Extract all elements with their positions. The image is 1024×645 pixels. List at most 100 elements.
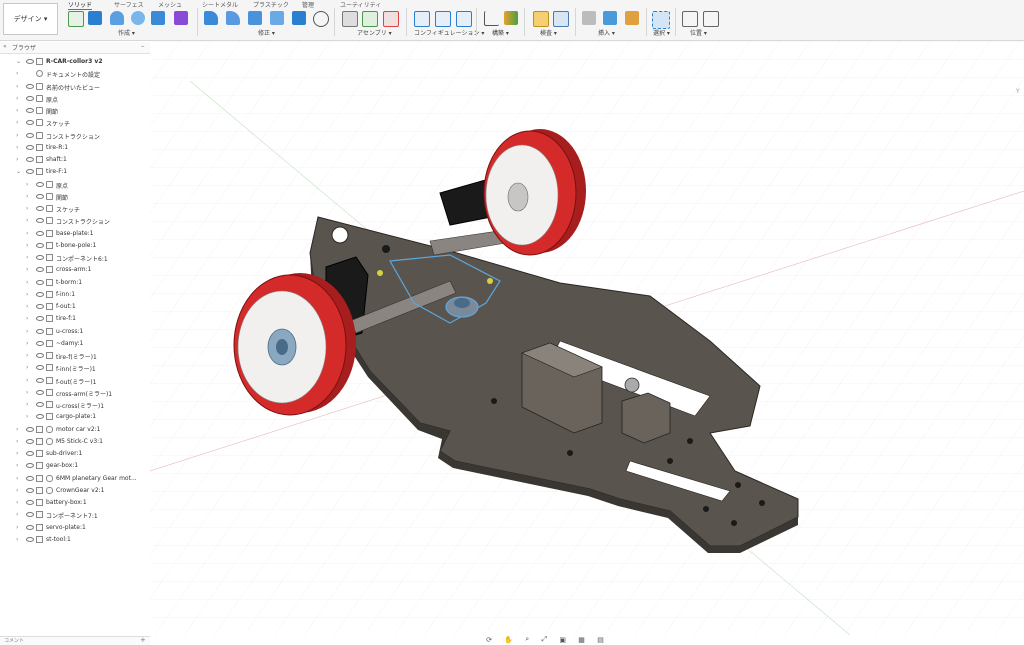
select-icon[interactable] bbox=[652, 11, 670, 29]
expand-arrow-icon[interactable]: › bbox=[26, 328, 28, 335]
browser-item[interactable]: › shaft:1 bbox=[0, 154, 150, 165]
expand-arrow-icon[interactable]: › bbox=[26, 315, 28, 322]
visibility-eye-icon[interactable] bbox=[26, 169, 34, 175]
browser-item[interactable]: › t-bone-pole:1 bbox=[0, 240, 150, 251]
revert-position-icon[interactable] bbox=[703, 11, 719, 27]
expand-arrow-icon[interactable]: › bbox=[26, 181, 28, 188]
browser-item[interactable]: › u-cross:1 bbox=[0, 326, 150, 337]
expand-arrow-icon[interactable]: › bbox=[16, 426, 18, 433]
visibility-eye-icon[interactable] bbox=[36, 267, 44, 273]
visibility-eye-icon[interactable] bbox=[26, 524, 34, 530]
tab-utility[interactable]: ユーティリティ bbox=[340, 0, 381, 9]
browser-item[interactable]: › base-plate:1 bbox=[0, 228, 150, 239]
move-icon[interactable] bbox=[313, 11, 329, 27]
chamfer-icon[interactable] bbox=[248, 11, 262, 25]
group-create-label[interactable]: 作成 ▾ bbox=[118, 28, 135, 37]
expand-arrow-icon[interactable]: › bbox=[26, 217, 28, 224]
expand-arrow-icon[interactable]: › bbox=[26, 242, 28, 249]
configure-icon[interactable] bbox=[414, 11, 430, 27]
joint-icon[interactable] bbox=[362, 11, 378, 27]
visibility-eye-icon[interactable] bbox=[36, 414, 44, 420]
visibility-eye-icon[interactable] bbox=[36, 304, 44, 309]
visibility-eye-icon[interactable] bbox=[26, 536, 34, 542]
browser-item[interactable]: › battery-box:1 bbox=[0, 497, 150, 508]
expand-arrow-icon[interactable]: › bbox=[16, 156, 18, 163]
visibility-eye-icon[interactable] bbox=[36, 328, 44, 334]
browser-item[interactable]: › 関節 bbox=[0, 191, 150, 202]
expand-arrow-icon[interactable]: › bbox=[16, 95, 18, 102]
visibility-eye-icon[interactable] bbox=[36, 255, 44, 260]
browser-item[interactable]: › t-borm:1 bbox=[0, 277, 150, 288]
browser-item[interactable]: › ドキュメントの設定 bbox=[0, 68, 150, 79]
browser-item[interactable]: › ~damy:1 bbox=[0, 338, 150, 349]
expand-arrow-icon[interactable]: › bbox=[16, 438, 18, 445]
browser-item[interactable]: › sub-driver:1 bbox=[0, 448, 150, 459]
shell-icon[interactable] bbox=[270, 11, 284, 25]
browser-item[interactable]: › 関節 bbox=[0, 105, 150, 116]
visibility-eye-icon[interactable] bbox=[26, 451, 34, 456]
expand-arrow-icon[interactable]: › bbox=[26, 364, 28, 371]
insert-mcmaster-icon[interactable] bbox=[625, 11, 639, 25]
visibility-eye-icon[interactable] bbox=[26, 512, 34, 518]
expand-arrow-icon[interactable]: › bbox=[16, 511, 18, 518]
expand-arrow-icon[interactable]: › bbox=[16, 524, 18, 531]
expand-arrow-icon[interactable]: › bbox=[26, 279, 28, 286]
visibility-eye-icon[interactable] bbox=[26, 83, 34, 89]
form-icon[interactable] bbox=[174, 11, 188, 25]
browser-item[interactable]: › u-cross(ミラー)1 bbox=[0, 399, 150, 410]
plane-icon[interactable] bbox=[504, 11, 518, 25]
tab-sheet-metal[interactable]: シートメタル bbox=[202, 0, 238, 9]
expand-arrow-icon[interactable]: › bbox=[16, 144, 18, 151]
configuration-rule-icon[interactable] bbox=[456, 11, 472, 27]
expand-arrow-icon[interactable]: › bbox=[16, 475, 18, 482]
visibility-eye-icon[interactable] bbox=[36, 365, 44, 371]
group-inspect-label[interactable]: 検査 ▾ bbox=[540, 28, 557, 37]
browser-item[interactable]: › 6MM planetary Gear mot... bbox=[0, 473, 150, 484]
expand-arrow-icon[interactable]: › bbox=[26, 254, 28, 261]
visibility-eye-icon[interactable] bbox=[36, 353, 44, 358]
visibility-eye-icon[interactable] bbox=[36, 181, 44, 187]
browser-item[interactable]: › CrownGear v2:1 bbox=[0, 485, 150, 496]
browser-item[interactable]: › cross-arm(ミラー)1 bbox=[0, 387, 150, 398]
expand-arrow-icon[interactable]: › bbox=[16, 119, 18, 126]
expand-arrow-icon[interactable]: › bbox=[16, 487, 18, 494]
browser-item[interactable]: › motor car v2:1 bbox=[0, 424, 150, 435]
fit-icon[interactable]: ⤢ bbox=[542, 635, 548, 644]
browser-item[interactable]: › gear-box:1 bbox=[0, 460, 150, 471]
as-built-joint-icon[interactable] bbox=[383, 11, 399, 27]
new-sketch-icon[interactable] bbox=[68, 11, 84, 27]
axis-icon[interactable] bbox=[484, 11, 499, 26]
expand-arrow-icon[interactable]: › bbox=[16, 70, 18, 77]
expand-arrow-icon[interactable]: › bbox=[26, 401, 28, 408]
display-settings-icon[interactable]: ▣ bbox=[559, 636, 566, 644]
visibility-eye-icon[interactable] bbox=[36, 242, 44, 248]
visibility-eye-icon[interactable] bbox=[36, 279, 44, 285]
browser-item[interactable]: › tire-f(ミラー)1 bbox=[0, 350, 150, 361]
measure-icon[interactable] bbox=[533, 11, 549, 27]
browser-item[interactable]: › tire-R:1 bbox=[0, 142, 150, 153]
expand-arrow-icon[interactable]: › bbox=[16, 499, 18, 506]
visibility-eye-icon[interactable] bbox=[36, 377, 44, 383]
configuration-table-icon[interactable] bbox=[435, 11, 451, 27]
orbit-icon[interactable]: ⟳ bbox=[486, 636, 492, 644]
combine-icon[interactable] bbox=[292, 11, 306, 25]
tab-surface[interactable]: サーフェス bbox=[114, 0, 144, 9]
visibility-eye-icon[interactable] bbox=[26, 487, 34, 493]
expand-arrow-icon[interactable]: › bbox=[16, 450, 18, 457]
insert-image-icon[interactable] bbox=[603, 11, 617, 25]
collapse-icon[interactable]: « bbox=[3, 43, 7, 50]
fillet-icon[interactable] bbox=[226, 11, 240, 25]
visibility-eye-icon[interactable] bbox=[36, 193, 44, 199]
pan-icon[interactable]: ✋ bbox=[504, 636, 513, 644]
browser-item[interactable]: › コンストラクション bbox=[0, 130, 150, 141]
visibility-eye-icon[interactable] bbox=[26, 463, 34, 469]
zoom-icon[interactable]: ⌕ bbox=[525, 635, 529, 644]
expand-arrow-icon[interactable]: › bbox=[26, 303, 28, 310]
extrude-icon[interactable] bbox=[88, 11, 102, 25]
visibility-eye-icon[interactable] bbox=[26, 108, 34, 113]
browser-item[interactable]: › 名前の付いたビュー bbox=[0, 81, 150, 92]
group-configuration-label[interactable]: コンフィギュレーション ▾ bbox=[414, 28, 484, 37]
expand-arrow-icon[interactable]: › bbox=[26, 193, 28, 200]
visibility-eye-icon[interactable] bbox=[26, 157, 34, 162]
visibility-eye-icon[interactable] bbox=[26, 144, 34, 150]
